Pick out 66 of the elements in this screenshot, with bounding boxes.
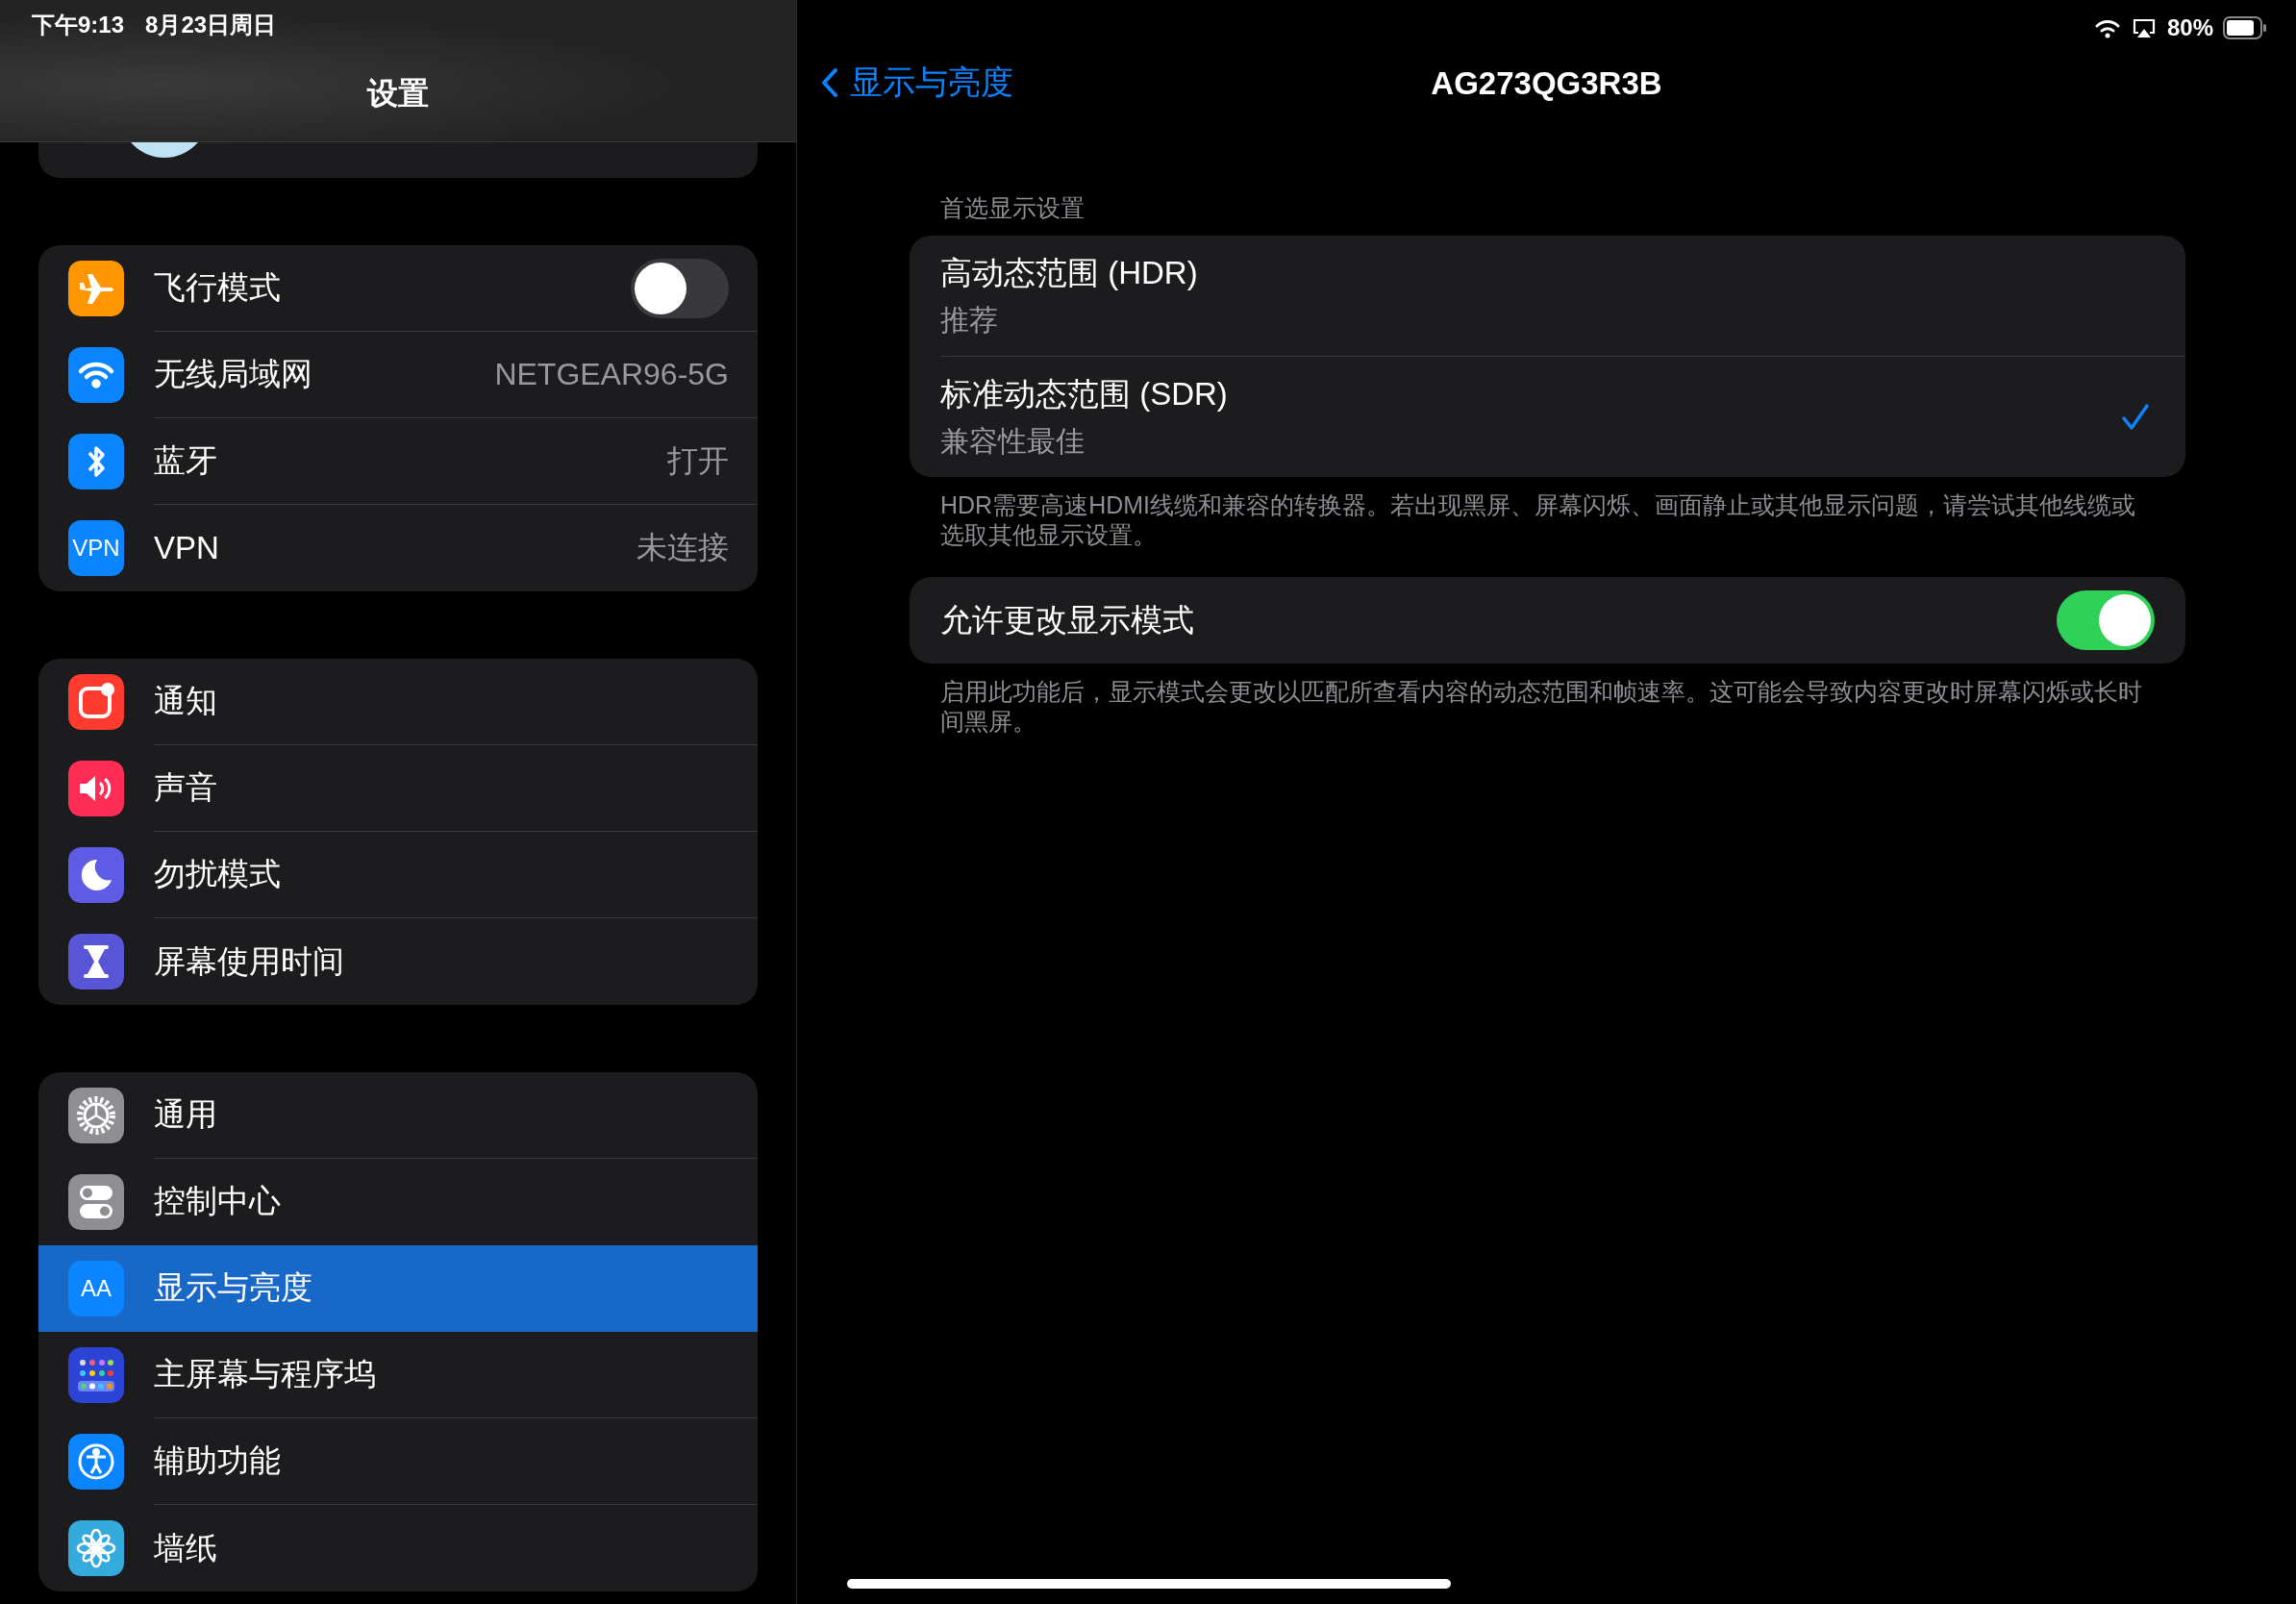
item-label: 控制中心 xyxy=(154,1182,281,1220)
battery-icon xyxy=(2223,16,2267,39)
airplane-icon xyxy=(68,261,124,316)
item-label: 飞行模式 xyxy=(154,268,281,307)
sidebar-item[interactable]: 蓝牙 打开 xyxy=(38,418,758,505)
sidebar-item[interactable]: VPN VPN 未连接 xyxy=(38,505,758,591)
section-header: 首选显示设置 xyxy=(939,193,1086,223)
item-label: 显示与亮度 xyxy=(154,1268,312,1307)
item-label: 辅助功能 xyxy=(154,1441,281,1480)
moon-icon xyxy=(68,847,124,903)
item-label: 无线局域网 xyxy=(154,355,312,393)
wifi-icon xyxy=(68,347,124,403)
item-label: 通知 xyxy=(154,682,217,720)
sidebar-item[interactable]: 勿扰模式 xyxy=(38,832,758,918)
accessibility-icon xyxy=(68,1434,124,1490)
option-row[interactable]: 标准动态范围 (SDR) 兼容性最佳 xyxy=(940,357,2185,477)
item-label: 通用 xyxy=(154,1095,217,1134)
gear-icon xyxy=(68,1088,124,1143)
section-footer: 启用此功能后，显示模式会更改以匹配所查看内容的动态范围和帧速率。这可能会导致内容更改时屏幕闪烁或长时间黑屏。 xyxy=(910,677,2185,737)
sidebar-item[interactable]: AA 显示与亮度 xyxy=(38,1245,758,1332)
item-value: 打开 xyxy=(667,441,729,480)
back-chevron-icon xyxy=(821,67,838,98)
item-label: 声音 xyxy=(154,768,217,807)
item-value: NETGEAR96-5G xyxy=(494,357,729,392)
bluetooth-icon xyxy=(68,434,124,489)
sidebar-item[interactable]: 通知 xyxy=(38,659,758,745)
sidebar-item[interactable]: 声音 xyxy=(38,745,758,832)
item-label: 蓝牙 xyxy=(154,441,217,480)
sidebar-item[interactable]: 屏幕使用时间 xyxy=(38,918,758,1005)
item-label: 屏幕使用时间 xyxy=(154,941,344,981)
item-label: 勿扰模式 xyxy=(154,855,281,893)
sidebar-item[interactable]: 通用 xyxy=(38,1072,758,1159)
notification-icon xyxy=(68,674,124,730)
page-title: AG273QG3R3B xyxy=(1431,65,1662,102)
checkmark-icon xyxy=(2120,401,2151,433)
status-time: 下午9:13 xyxy=(32,11,125,39)
sidebar-item[interactable]: 主屏幕与程序坞 xyxy=(38,1332,758,1418)
flower-icon xyxy=(68,1520,124,1576)
option-title: 高动态范围 (HDR) xyxy=(940,253,1198,292)
sidebar-item[interactable]: 飞行模式 xyxy=(38,245,758,332)
wifi-icon xyxy=(2093,17,2121,38)
battery-percent: 80% xyxy=(2166,14,2213,41)
item-value: 未连接 xyxy=(636,529,729,566)
vpn-icon: VPN xyxy=(68,520,124,576)
option-subtitle: 兼容性最佳 xyxy=(940,423,1086,459)
sidebar-title: 设置 xyxy=(365,75,430,113)
item-label: VPN xyxy=(154,530,219,566)
status-date: 8月23日周日 xyxy=(145,11,277,39)
item-label: 主屏幕与程序坞 xyxy=(154,1355,376,1393)
option-subtitle: 推荐 xyxy=(940,302,999,338)
item-label: 墙纸 xyxy=(154,1528,217,1567)
switches-icon xyxy=(68,1174,124,1230)
back-button[interactable]: 显示与亮度 xyxy=(821,61,1013,105)
section-footer: HDR需要高速HDMI线缆和兼容的转换器。若出现黑屏、屏幕闪烁、画面静止或其他显示问题，请尝试其他线缆或选取其他显示设置。 xyxy=(910,490,2185,550)
sidebar-item[interactable]: 墙纸 xyxy=(38,1505,758,1591)
text-size-icon: AA xyxy=(68,1261,124,1316)
sidebar-item[interactable]: 控制中心 xyxy=(38,1159,758,1245)
setting-label: 允许更改显示模式 xyxy=(940,600,1194,639)
hourglass-icon xyxy=(68,934,124,990)
option-title: 标准动态范围 (SDR) xyxy=(940,374,1228,414)
profile-card[interactable] xyxy=(38,142,758,178)
app-grid-icon xyxy=(68,1347,124,1403)
option-row[interactable]: 高动态范围 (HDR) 推荐 xyxy=(940,236,2185,357)
speaker-icon xyxy=(68,761,124,816)
sidebar-item[interactable]: 无线局域网 NETGEAR96-5G xyxy=(38,332,758,418)
sidebar-item[interactable]: 辅助功能 xyxy=(38,1418,758,1505)
